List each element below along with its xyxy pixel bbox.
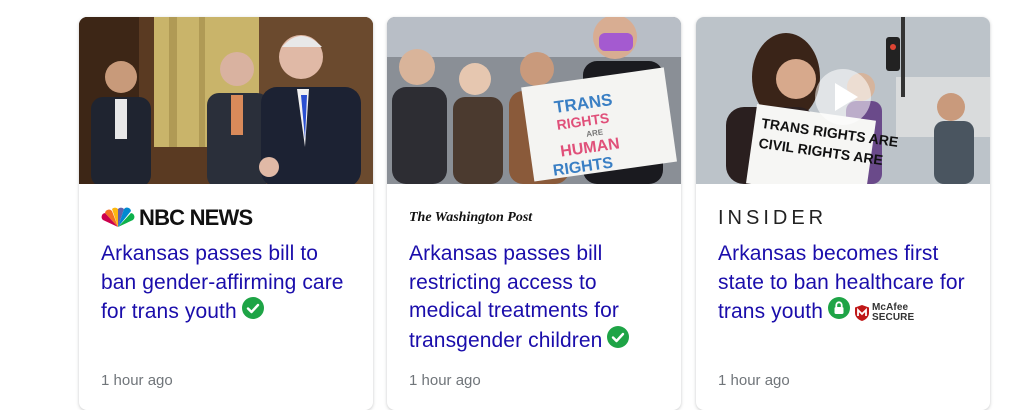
timestamp: 1 hour ago [718, 372, 790, 389]
source-logo: INSIDER [718, 205, 827, 231]
headline-link[interactable]: Arkansas passes bill to ban gender-affir… [101, 240, 359, 328]
headline-text: Arkansas passes bill to ban gender-affir… [101, 242, 344, 324]
timestamp: 1 hour ago [101, 372, 173, 389]
article-thumbnail[interactable]: TRANS RIGHTS ARE HUMAN RIGHTS [387, 17, 681, 184]
headline-link[interactable]: Arkansas becomes first state to ban heal… [718, 240, 976, 328]
news-carousel: NBC NEWS Arkansas passes bill to ban gen… [0, 0, 1024, 410]
source-name: INSIDER [718, 206, 828, 229]
nbc-peacock-icon [101, 207, 135, 227]
source-name: NBC NEWS [139, 205, 253, 230]
source-logo: NBC NEWS [101, 205, 253, 231]
news-card[interactable]: NBC NEWS Arkansas passes bill to ban gen… [79, 17, 373, 410]
article-thumbnail[interactable]: TRANS RIGHTS ARE CIVIL RIGHTS ARE [696, 17, 990, 184]
mcafee-shield-icon [855, 304, 869, 321]
news-card[interactable]: TRANS RIGHTS ARE HUMAN RIGHTS The Washin… [387, 17, 681, 410]
article-thumbnail[interactable] [79, 17, 373, 184]
news-card[interactable]: TRANS RIGHTS ARE CIVIL RIGHTS ARE INSIDE… [696, 17, 990, 410]
lock-icon [828, 297, 850, 328]
headline-link[interactable]: Arkansas passes bill restricting access … [409, 240, 667, 357]
mcafee-secure-label: SECURE [872, 311, 915, 323]
mcafee-secure-badge: McAfee SECURE [854, 302, 915, 323]
verified-check-icon [607, 326, 630, 357]
verified-check-icon [241, 297, 264, 328]
headline-text: Arkansas passes bill restricting access … [409, 242, 619, 353]
source-logo: The Washington Post [409, 205, 532, 231]
play-video-icon[interactable] [815, 69, 871, 125]
timestamp: 1 hour ago [409, 372, 481, 389]
source-name: The Washington Post [409, 210, 533, 225]
